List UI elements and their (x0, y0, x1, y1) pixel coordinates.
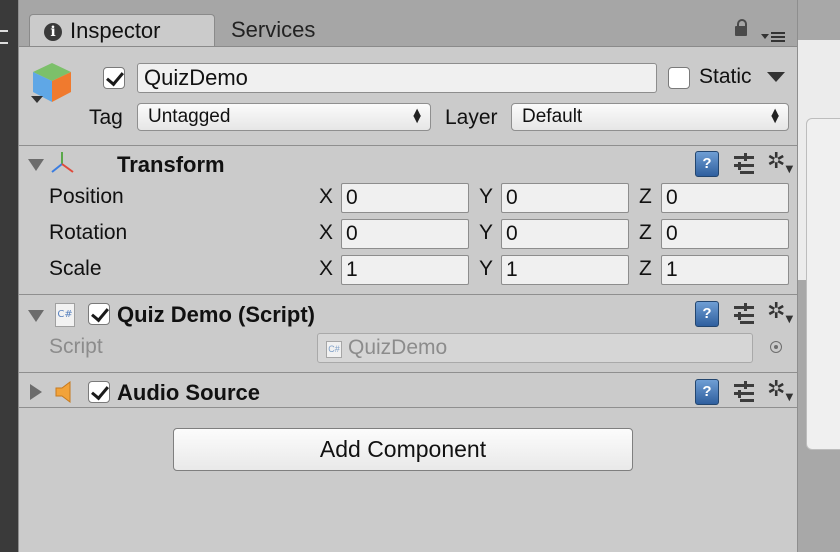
rotation-y-input[interactable]: 0 (501, 219, 629, 249)
tab-inspector[interactable]: i Inspector (29, 14, 215, 46)
axis-y-label: Y (479, 257, 494, 280)
tag-select-value: Untagged (148, 106, 231, 127)
script-field-label: Script (49, 335, 103, 358)
presets-icon[interactable] (734, 381, 756, 403)
layer-select-value: Default (522, 106, 583, 127)
layer-select[interactable]: Default ▲ ▼ (511, 103, 789, 131)
axis-x-label: X (319, 221, 334, 244)
position-y-input[interactable]: 0 (501, 183, 629, 213)
position-label: Position (49, 185, 124, 208)
axis-y-label: Y (479, 221, 494, 244)
transform-title[interactable]: Transform (117, 152, 225, 178)
static-checkbox[interactable] (668, 67, 690, 89)
axis-z-label: Z (639, 185, 652, 208)
gear-icon[interactable]: ✲▼ (767, 299, 793, 325)
object-picker-icon[interactable] (770, 341, 782, 353)
hamburger-icon (0, 30, 8, 44)
gameobject-cube-icon (31, 63, 71, 103)
static-label: Static (699, 65, 752, 88)
axis-x-label: X (319, 257, 334, 280)
tab-bar: i Inspector Services (19, 0, 797, 47)
divider (19, 145, 797, 146)
help-icon[interactable]: ? (695, 151, 719, 177)
scale-z-input[interactable]: 1 (661, 255, 789, 285)
audio-source-title[interactable]: Audio Source (117, 380, 260, 406)
divider (19, 407, 797, 408)
background-window (806, 118, 840, 450)
add-component-button[interactable]: Add Component (173, 428, 633, 471)
editor-right-edge (798, 0, 840, 552)
help-icon[interactable]: ? (695, 301, 719, 327)
select-arrows-icon: ▲ ▼ (771, 107, 779, 125)
presets-icon[interactable] (734, 153, 756, 175)
select-arrows-icon: ▲ ▼ (413, 107, 421, 125)
gear-icon[interactable]: ✲▼ (767, 377, 793, 403)
tag-select[interactable]: Untagged ▲ ▼ (137, 103, 431, 131)
inspector-window: i Inspector Services QuizDemo Static Tag … (18, 0, 798, 552)
position-x-input[interactable]: 0 (341, 183, 469, 213)
axis-y-label: Y (479, 185, 494, 208)
presets-icon[interactable] (734, 303, 756, 325)
audio-source-foldout-icon[interactable] (30, 384, 42, 400)
audio-source-enabled-checkbox[interactable] (88, 381, 110, 403)
gameobject-name-input[interactable]: QuizDemo (137, 63, 657, 93)
csharp-file-icon: C# (326, 341, 342, 358)
script-field-value: QuizDemo (348, 336, 448, 359)
rotation-label: Rotation (49, 221, 128, 244)
tag-label: Tag (89, 106, 123, 129)
transform-axes-icon (51, 152, 74, 173)
speaker-icon (55, 381, 71, 403)
scale-label: Scale (49, 257, 102, 280)
editor-left-edge (0, 0, 18, 552)
quiz-script-title[interactable]: Quiz Demo (Script) (117, 302, 315, 328)
info-icon: i (44, 23, 62, 41)
position-z-input[interactable]: 0 (661, 183, 789, 213)
lock-icon[interactable] (735, 19, 747, 36)
layer-label: Layer (445, 106, 498, 129)
quiz-script-foldout-icon[interactable] (28, 310, 44, 322)
csharp-script-icon: C# (55, 303, 75, 327)
rotation-z-input[interactable]: 0 (661, 219, 789, 249)
rotation-x-input[interactable]: 0 (341, 219, 469, 249)
axis-z-label: Z (639, 221, 652, 244)
divider (19, 372, 797, 373)
transform-foldout-icon[interactable] (28, 159, 44, 171)
script-object-field: C# QuizDemo (317, 333, 753, 363)
divider (19, 294, 797, 295)
help-icon[interactable]: ? (695, 379, 719, 405)
gameobject-active-checkbox[interactable] (103, 67, 125, 89)
tab-inspector-label: Inspector (70, 18, 161, 43)
scale-y-input[interactable]: 1 (501, 255, 629, 285)
axis-z-label: Z (639, 257, 652, 280)
static-dropdown-arrow-icon[interactable] (767, 72, 785, 82)
tab-menu-icon[interactable] (761, 30, 789, 44)
axis-x-label: X (319, 185, 334, 208)
scale-x-input[interactable]: 1 (341, 255, 469, 285)
quiz-script-enabled-checkbox[interactable] (88, 303, 110, 325)
gear-icon[interactable]: ✲▼ (767, 149, 793, 175)
tab-services[interactable]: Services (231, 14, 371, 46)
